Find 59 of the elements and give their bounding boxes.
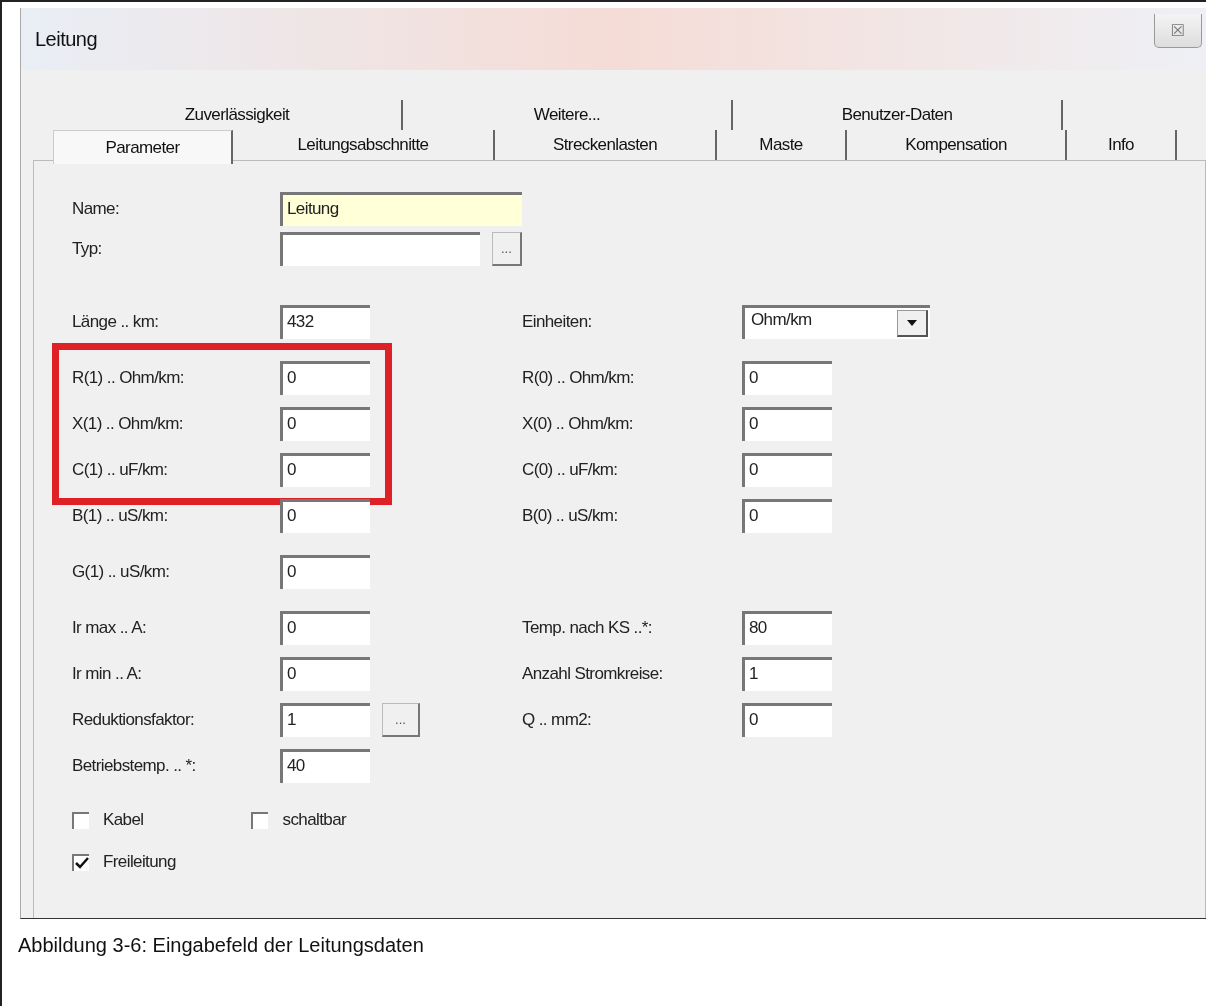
input-field[interactable]: 1 bbox=[742, 657, 832, 691]
figure-caption: Abbildung 3-6: Eingabefeld der Leitungsdaten bbox=[18, 934, 424, 957]
browse-button[interactable]: ... bbox=[382, 703, 420, 737]
units-dropdown[interactable]: Ohm/km bbox=[742, 305, 930, 339]
field-label: C(1) .. uF/km: bbox=[72, 460, 169, 480]
input-field[interactable]: 0 bbox=[280, 499, 370, 533]
checkbox-label: Freileitung bbox=[103, 852, 176, 872]
input-field[interactable]: 432 bbox=[280, 305, 370, 339]
close-button[interactable]: ☒ bbox=[1154, 14, 1202, 48]
checkbox[interactable]: Freileitung bbox=[72, 852, 176, 872]
field-label: Q .. mm2: bbox=[522, 710, 593, 730]
field-label: Ir min .. A: bbox=[72, 664, 143, 684]
input-field[interactable]: 0 bbox=[742, 703, 832, 737]
input-field[interactable]: 0 bbox=[742, 499, 832, 533]
input-field[interactable] bbox=[280, 232, 480, 266]
field-label: B(1) .. uS/km: bbox=[72, 506, 169, 526]
tab[interactable]: Benutzer-Daten bbox=[733, 100, 1063, 130]
field-label: Einheiten: bbox=[522, 312, 593, 332]
field-label: Ir max .. A: bbox=[72, 618, 148, 638]
checkbox-box[interactable] bbox=[72, 853, 89, 871]
input-field[interactable]: 0 bbox=[280, 611, 370, 645]
field-label: X(0) .. Ohm/km: bbox=[522, 414, 634, 434]
check-icon bbox=[74, 857, 89, 869]
checkbox[interactable]: schaltbar bbox=[251, 810, 347, 830]
field-label: R(0) .. Ohm/km: bbox=[522, 368, 635, 388]
field-label: G(1) .. uS/km: bbox=[72, 562, 171, 582]
field-label: Name: bbox=[72, 199, 121, 219]
input-field[interactable]: 80 bbox=[742, 611, 832, 645]
checkbox-box[interactable] bbox=[72, 811, 89, 829]
input-field[interactable]: 0 bbox=[742, 453, 832, 487]
input-field[interactable]: 0 bbox=[280, 407, 370, 441]
browse-button[interactable]: ... bbox=[491, 232, 522, 266]
field-label: Reduktionsfaktor: bbox=[72, 710, 196, 730]
checkbox-label: Kabel bbox=[103, 810, 144, 830]
field-label: C(0) .. uF/km: bbox=[522, 460, 619, 480]
field-label: Typ: bbox=[72, 239, 103, 259]
input-field[interactable]: 0 bbox=[280, 555, 370, 589]
field-label: X(1) .. Ohm/km: bbox=[72, 414, 184, 434]
field-label: Länge .. km: bbox=[72, 312, 160, 332]
window-title: Leitung bbox=[35, 27, 98, 51]
tab[interactable]: Parameter bbox=[53, 130, 233, 164]
input-field[interactable]: 0 bbox=[742, 361, 832, 395]
field-label: Temp. nach KS ..*: bbox=[522, 618, 653, 638]
field-label: B(0) .. uS/km: bbox=[522, 506, 619, 526]
input-field[interactable]: 40 bbox=[280, 749, 370, 783]
input-field[interactable]: Leitung bbox=[280, 192, 522, 226]
input-field[interactable]: 1 bbox=[280, 703, 370, 737]
checkbox-label: schaltbar bbox=[282, 810, 347, 830]
caret-icon bbox=[907, 320, 917, 326]
input-field[interactable]: 0 bbox=[280, 361, 370, 395]
field-label: Anzahl Stromkreise: bbox=[522, 664, 664, 684]
tab[interactable]: Weitere... bbox=[403, 100, 733, 130]
input-field[interactable]: 0 bbox=[742, 407, 832, 441]
checkbox[interactable]: Kabel bbox=[72, 810, 144, 830]
input-field[interactable]: 0 bbox=[280, 657, 370, 691]
field-label: R(1) .. Ohm/km: bbox=[72, 368, 185, 388]
field-label: Betriebstemp. .. *: bbox=[72, 756, 197, 776]
input-field[interactable]: 0 bbox=[280, 453, 370, 487]
checkbox-box[interactable] bbox=[251, 811, 269, 829]
